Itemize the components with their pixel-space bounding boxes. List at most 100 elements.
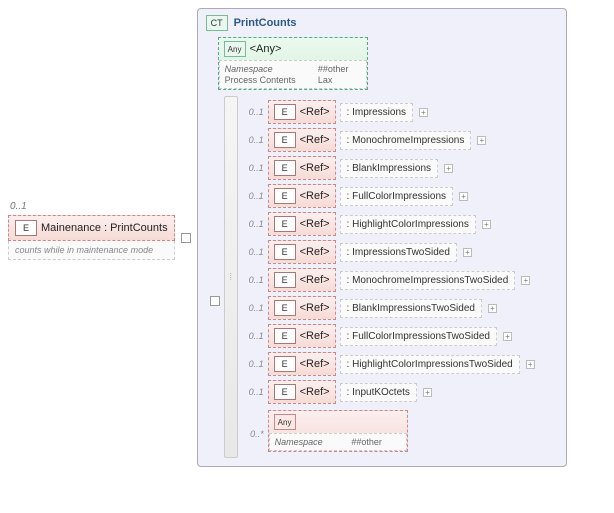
ref-label: <Ref> <box>300 134 330 146</box>
occurrence-label: 0..1 <box>242 191 264 201</box>
ref-label: <Ref> <box>300 274 330 286</box>
type-label: : ImpressionsTwoSided <box>340 243 457 262</box>
ref-element[interactable]: E <Ref> <box>268 212 336 236</box>
element-row: 0..1 E <Ref> : HighlightColorImpressions… <box>242 352 535 376</box>
panel-header: CT PrintCounts <box>206 15 558 31</box>
any-icon: Any <box>224 41 246 57</box>
connector-icon[interactable] <box>210 296 220 306</box>
panel-title: PrintCounts <box>234 17 297 29</box>
occurrence-label: 0..1 <box>242 247 264 257</box>
element-row: 0..1 E <Ref> : BlankImpressions + <box>242 156 535 180</box>
element-icon: E <box>274 104 296 120</box>
element-icon: E <box>274 160 296 176</box>
occurrence-label: 0..1 <box>242 275 264 285</box>
element-row: 0..1 E <Ref> : InputKOctets + <box>242 380 535 404</box>
expand-icon[interactable]: + <box>477 136 486 145</box>
sequence-bar[interactable]: ⦙ <box>224 96 238 458</box>
occurrence-label: 0..1 <box>242 135 264 145</box>
ref-element[interactable]: E <Ref> <box>268 240 336 264</box>
ref-element[interactable]: E <Ref> <box>268 296 336 320</box>
type-label: : MonochromeImpressions <box>340 131 472 150</box>
occurrence-label: 0..1 <box>242 331 264 341</box>
ref-label: <Ref> <box>300 386 330 398</box>
occurrence-label: 0..1 <box>242 359 264 369</box>
ref-element[interactable]: E <Ref> <box>268 128 336 152</box>
element-icon: E <box>15 220 37 236</box>
type-label: : InputKOctets <box>340 383 417 402</box>
sequence-body: ⦙ 0..1 E <Ref> : Impressions + 0..1 E <R… <box>210 96 558 458</box>
element-icon: E <box>274 328 296 344</box>
expand-icon[interactable]: + <box>526 360 535 369</box>
expand-icon[interactable]: + <box>521 276 530 285</box>
element-row: 0..1 E <Ref> : Impressions + <box>242 100 535 124</box>
ref-label: <Ref> <box>300 302 330 314</box>
occurrence-label: 0..1 <box>242 219 264 229</box>
element-icon: E <box>274 384 296 400</box>
any-label: <Any> <box>250 43 282 55</box>
ref-label: <Ref> <box>300 218 330 230</box>
mainenance-element[interactable]: E Mainenance : PrintCounts <box>8 215 175 241</box>
complextype-panel: CT PrintCounts Any <Any> Namespace ##oth… <box>197 8 567 467</box>
expand-icon[interactable]: + <box>503 332 512 341</box>
occurrence-label: 0..1 <box>242 303 264 313</box>
occurrence-label: 0..1 <box>242 107 264 117</box>
occurrence-label: 0..1 <box>242 387 264 397</box>
ref-label: <Ref> <box>300 162 330 174</box>
ref-element[interactable]: E <Ref> <box>268 184 336 208</box>
any-key-namespace: Namespace <box>225 64 308 74</box>
any-top-block[interactable]: Any <Any> Namespace ##other Process Cont… <box>218 37 368 90</box>
any-key-namespace: Namespace <box>275 437 342 447</box>
ref-element[interactable]: E <Ref> <box>268 352 336 376</box>
element-row: 0..1 E <Ref> : ImpressionsTwoSided + <box>242 240 535 264</box>
type-label: : BlankImpressionsTwoSided <box>340 299 482 318</box>
type-label: : BlankImpressions <box>340 159 438 178</box>
type-label: : FullColorImpressionsTwoSided <box>340 327 497 346</box>
ref-element[interactable]: E <Ref> <box>268 324 336 348</box>
element-icon: E <box>274 132 296 148</box>
type-label: : FullColorImpressions <box>340 187 453 206</box>
element-icon: E <box>274 244 296 260</box>
expand-icon[interactable]: + <box>444 164 453 173</box>
expand-icon[interactable]: + <box>463 248 472 257</box>
element-row: 0..1 E <Ref> : BlankImpressionsTwoSided … <box>242 296 535 320</box>
expand-icon[interactable]: + <box>488 304 497 313</box>
any-details: Namespace ##other Process Contents Lax <box>219 60 367 89</box>
connector-icon[interactable] <box>181 233 191 243</box>
type-label: : Impressions <box>340 103 413 122</box>
element-icon: E <box>274 300 296 316</box>
any-key-process: Process Contents <box>225 75 308 85</box>
schema-diagram: 0..1 E Mainenance : PrintCounts counts w… <box>8 8 606 467</box>
type-label: : MonochromeImpressionsTwoSided <box>340 271 516 290</box>
occurrence-label: 0..1 <box>242 163 264 173</box>
any-val-namespace: ##other <box>318 64 361 74</box>
expand-icon[interactable]: + <box>419 108 428 117</box>
expand-icon[interactable]: + <box>423 388 432 397</box>
element-icon: E <box>274 216 296 232</box>
any-bottom-block[interactable]: AnyNamespace##other <box>268 410 408 452</box>
expand-icon[interactable]: + <box>459 192 468 201</box>
element-label: Mainenance : PrintCounts <box>41 222 168 234</box>
root-element-card: 0..1 E Mainenance : PrintCounts counts w… <box>8 215 175 260</box>
type-label: : HighlightColorImpressionsTwoSided <box>340 355 520 374</box>
sequence-icon: ⦙ <box>230 272 232 283</box>
element-row: 0..1 E <Ref> : FullColorImpressions + <box>242 184 535 208</box>
element-icon: E <box>274 188 296 204</box>
occurrence-label: 0..1 <box>10 201 27 212</box>
ref-element[interactable]: E <Ref> <box>268 100 336 124</box>
any-bottom-row: 0..*AnyNamespace##other <box>242 410 535 458</box>
ref-element[interactable]: E <Ref> <box>268 380 336 404</box>
element-icon: E <box>274 356 296 372</box>
element-row: 0..1 E <Ref> : MonochromeImpressionsTwoS… <box>242 268 535 292</box>
ref-element[interactable]: E <Ref> <box>268 268 336 292</box>
element-row: 0..1 E <Ref> : FullColorImpressionsTwoSi… <box>242 324 535 348</box>
expand-icon[interactable]: + <box>482 220 491 229</box>
any-val-process: Lax <box>318 75 361 85</box>
occurrence-label: 0..* <box>242 429 264 439</box>
any-details: Namespace ##other <box>269 433 407 451</box>
element-row: 0..1 E <Ref> : HighlightColorImpressions… <box>242 212 535 236</box>
children-list: 0..1 E <Ref> : Impressions + 0..1 E <Ref… <box>242 96 535 458</box>
ref-element[interactable]: E <Ref> <box>268 156 336 180</box>
any-val-namespace: ##other <box>351 437 400 447</box>
type-label: : HighlightColorImpressions <box>340 215 476 234</box>
ref-label: <Ref> <box>300 358 330 370</box>
